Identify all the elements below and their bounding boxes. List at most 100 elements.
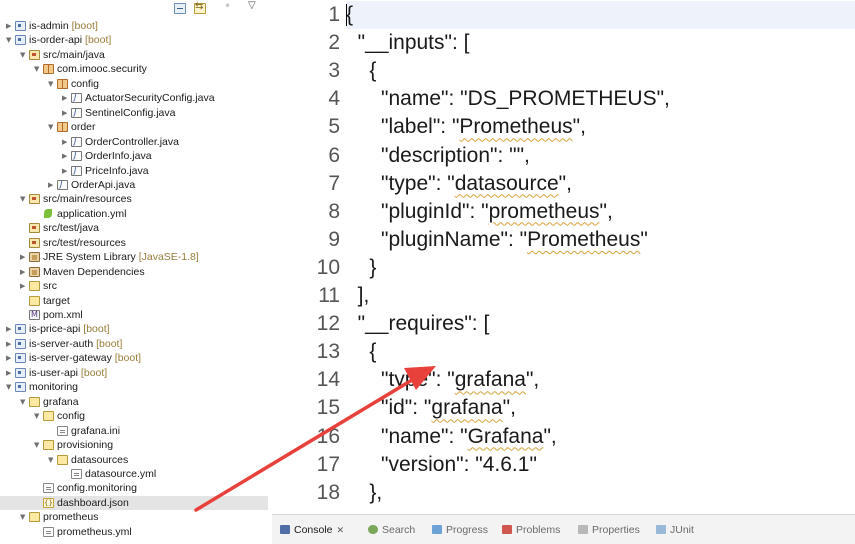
code-line[interactable]: "pluginName": "Prometheus" bbox=[346, 226, 648, 254]
file-order-api[interactable]: ▶ OrderApi.java bbox=[0, 178, 268, 192]
file-prometheus-yml[interactable]: prometheus.yml bbox=[0, 525, 268, 539]
code-line[interactable]: { bbox=[346, 338, 376, 366]
folder-datasources[interactable]: ▼ datasources bbox=[0, 453, 268, 467]
collapse-twisty-icon[interactable]: ▼ bbox=[34, 409, 42, 423]
expand-twisty-icon[interactable]: ▶ bbox=[20, 279, 28, 293]
project-is-server-auth[interactable]: ▶ is-server-auth [boot] bbox=[0, 337, 268, 351]
code-line[interactable]: "type": "datasource", bbox=[346, 170, 572, 198]
collapse-twisty-icon[interactable]: ▼ bbox=[48, 453, 56, 467]
collapse-twisty-icon[interactable]: ▼ bbox=[34, 62, 42, 76]
code-line[interactable]: "name": "Grafana", bbox=[346, 423, 557, 451]
project-is-user-api[interactable]: ▶ is-user-api [boot] bbox=[0, 366, 268, 380]
expand-twisty-icon[interactable]: ▶ bbox=[48, 178, 56, 192]
file-config-monitoring[interactable]: config.monitoring bbox=[0, 481, 268, 495]
expand-twisty-icon[interactable]: ▶ bbox=[6, 337, 14, 351]
code-line[interactable]: "description": "", bbox=[346, 142, 530, 170]
expand-twisty-icon[interactable]: ▶ bbox=[62, 91, 70, 105]
package-com-imooc-security[interactable]: ▼ com.imooc.security bbox=[0, 62, 268, 76]
expand-twisty-icon[interactable]: ▶ bbox=[6, 366, 14, 380]
file-datasource-yml[interactable]: datasource.yml bbox=[0, 467, 268, 481]
code-line[interactable]: "type": "grafana", bbox=[346, 366, 539, 394]
source-folder-test-resources[interactable]: src/test/resources bbox=[0, 236, 268, 250]
tab-properties[interactable]: Properties bbox=[578, 522, 640, 538]
collapse-twisty-icon[interactable]: ▼ bbox=[48, 77, 56, 91]
library-maven-dependencies[interactable]: ▶ Maven Dependencies bbox=[0, 265, 268, 279]
collapse-twisty-icon[interactable]: ▼ bbox=[6, 380, 14, 394]
tab-progress[interactable]: Progress bbox=[432, 522, 488, 538]
source-folder-main-resources[interactable]: ▼ src/main/resources bbox=[0, 192, 268, 206]
expand-twisty-icon[interactable]: ▶ bbox=[62, 164, 70, 178]
folder-grafana-config[interactable]: ▼ config bbox=[0, 409, 268, 423]
tab-search[interactable]: Search bbox=[368, 522, 415, 538]
collapse-twisty-icon[interactable]: ▼ bbox=[6, 33, 14, 47]
tree-item-label: OrderApi.java bbox=[71, 178, 135, 192]
library-jre-system[interactable]: ▶ JRE System Library [JavaSE-1.8] bbox=[0, 250, 268, 264]
source-folder-main-java[interactable]: ▼ src/main/java bbox=[0, 48, 268, 62]
tree-item-label: src/main/java bbox=[43, 48, 105, 62]
collapse-twisty-icon[interactable]: ▼ bbox=[48, 120, 56, 134]
file-actuator-security-config[interactable]: ▶ ActuatorSecurityConfig.java bbox=[0, 91, 268, 105]
code-line[interactable]: "label": "Prometheus", bbox=[346, 113, 586, 141]
tree-item-label: prometheus.yml bbox=[57, 525, 132, 539]
link-with-editor-icon[interactable] bbox=[194, 1, 206, 14]
code-line[interactable]: "id": "grafana", bbox=[346, 394, 516, 422]
file-grafana-ini[interactable]: grafana.ini bbox=[0, 424, 268, 438]
collapse-all-icon[interactable] bbox=[174, 3, 186, 14]
expand-twisty-icon[interactable]: ▶ bbox=[62, 106, 70, 120]
close-icon[interactable]: ✕ bbox=[337, 523, 345, 539]
focus-icon[interactable] bbox=[222, 0, 234, 14]
code-line[interactable]: "version": "4.6.1" bbox=[346, 451, 537, 479]
code-line[interactable]: { bbox=[346, 1, 855, 29]
line-number: 6 bbox=[328, 143, 340, 167]
file-price-info[interactable]: ▶ PriceInfo.java bbox=[0, 164, 268, 178]
package-config[interactable]: ▼ config bbox=[0, 77, 268, 91]
json-editor[interactable]: 1 2 3 4 5 6 7 8 9 10 11 12 13 14 15 16 17 18 { "__inputs"… bbox=[272, 0, 855, 514]
file-sentinel-config[interactable]: ▶ SentinelConfig.java bbox=[0, 106, 268, 120]
expand-twisty-icon[interactable]: ▶ bbox=[62, 135, 70, 149]
expand-twisty-icon[interactable]: ▶ bbox=[20, 265, 28, 279]
collapse-twisty-icon[interactable]: ▼ bbox=[20, 510, 28, 524]
project-is-admin[interactable]: ▶ is-admin [boot] bbox=[0, 19, 268, 33]
expand-twisty-icon[interactable]: ▶ bbox=[6, 351, 14, 365]
code-line[interactable]: { bbox=[346, 57, 376, 85]
code-line[interactable]: }, bbox=[346, 479, 382, 507]
expand-twisty-icon[interactable]: ▶ bbox=[62, 149, 70, 163]
collapse-twisty-icon[interactable]: ▼ bbox=[20, 395, 28, 409]
code-line[interactable]: ], bbox=[346, 282, 370, 310]
file-order-controller[interactable]: ▶ OrderController.java bbox=[0, 135, 268, 149]
expand-twisty-icon[interactable]: ▶ bbox=[20, 250, 28, 264]
view-menu-icon[interactable] bbox=[248, 0, 260, 14]
collapse-twisty-icon[interactable]: ▼ bbox=[20, 192, 28, 206]
folder-grafana[interactable]: ▼ grafana bbox=[0, 395, 268, 409]
code-token-flagged: grafana bbox=[431, 396, 503, 420]
project-is-price-api[interactable]: ▶ is-price-api [boot] bbox=[0, 322, 268, 336]
tab-problems[interactable]: Problems bbox=[502, 522, 560, 538]
package-order[interactable]: ▼ order bbox=[0, 120, 268, 134]
file-pom-xml[interactable]: pom.xml bbox=[0, 308, 268, 322]
project-is-server-gateway[interactable]: ▶ is-server-gateway [boot] bbox=[0, 351, 268, 365]
code-line[interactable]: "__requires": [ bbox=[346, 310, 490, 338]
folder-provisioning[interactable]: ▼ provisioning bbox=[0, 438, 268, 452]
file-application-yml[interactable]: application.yml bbox=[0, 207, 268, 221]
tab-console[interactable]: Console ✕ bbox=[280, 522, 344, 538]
code-line[interactable]: "name": "DS_PROMETHEUS", bbox=[346, 85, 670, 113]
expand-twisty-icon[interactable]: ▶ bbox=[6, 322, 14, 336]
code-line[interactable]: "__inputs": [ bbox=[346, 29, 470, 57]
tree-item-label: src/main/resources bbox=[43, 192, 132, 206]
project-monitoring[interactable]: ▼ monitoring bbox=[0, 380, 268, 394]
tree-item-label: datasource.yml bbox=[85, 467, 156, 481]
file-icon bbox=[43, 526, 54, 537]
collapse-twisty-icon[interactable]: ▼ bbox=[20, 48, 28, 62]
file-order-info[interactable]: ▶ OrderInfo.java bbox=[0, 149, 268, 163]
code-line[interactable]: "pluginId": "prometheus", bbox=[346, 198, 613, 226]
collapse-twisty-icon[interactable]: ▼ bbox=[34, 438, 42, 452]
file-dashboard-json[interactable]: dashboard.json bbox=[0, 495, 268, 510]
code-line[interactable]: } bbox=[346, 254, 376, 282]
tab-junit[interactable]: JUnit bbox=[656, 522, 694, 538]
folder-prometheus[interactable]: ▼ prometheus bbox=[0, 510, 268, 524]
folder-target[interactable]: target bbox=[0, 294, 268, 308]
expand-twisty-icon[interactable]: ▶ bbox=[6, 19, 14, 33]
folder-src[interactable]: ▶ src bbox=[0, 279, 268, 293]
source-folder-test-java[interactable]: src/test/java bbox=[0, 221, 268, 235]
project-is-order-api[interactable]: ▼ is-order-api [boot] bbox=[0, 33, 268, 47]
